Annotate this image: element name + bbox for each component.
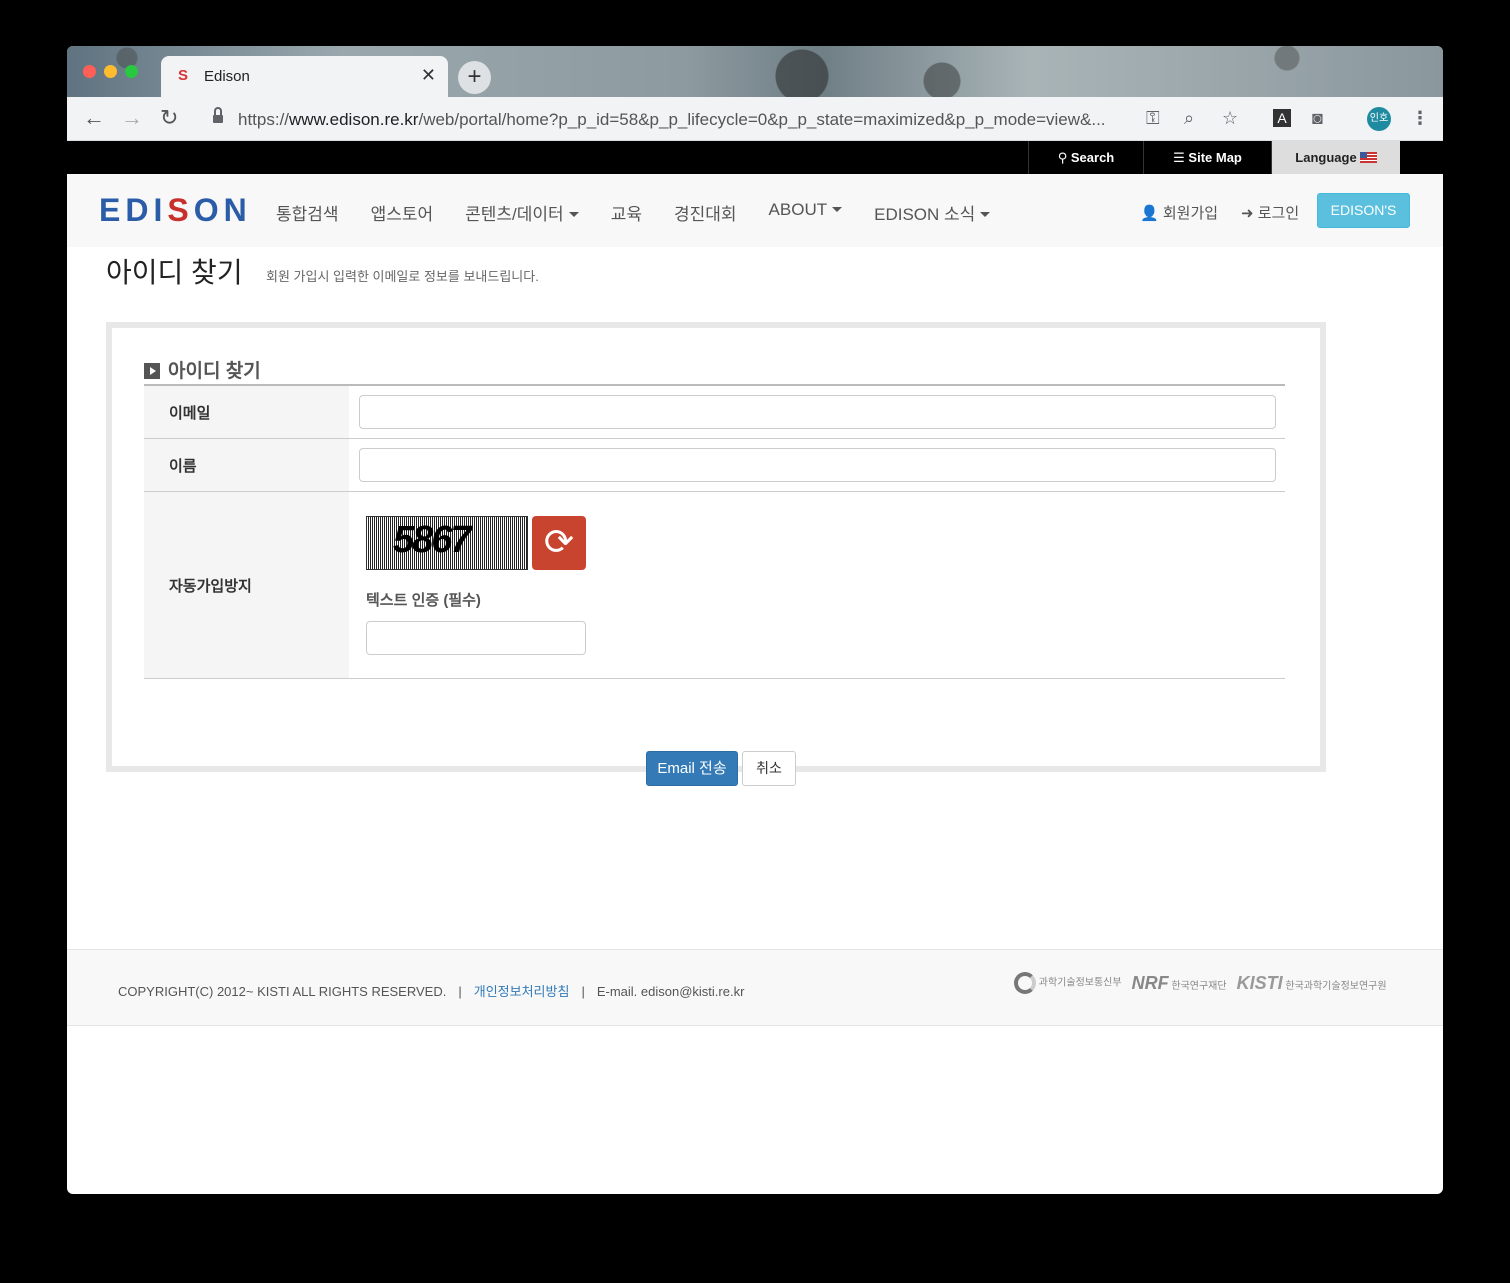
tab-title: Edison <box>204 68 250 85</box>
search-link[interactable]: ⚲ Search <box>1028 141 1143 174</box>
captcha-image: 5867 <box>366 516 528 570</box>
find-id-panel: 아이디 찾기 이메일 이름 자동가입방지 5867 ⟳ 텍스트 인증 (필수) … <box>106 322 1326 786</box>
page-subtitle: 회원 가입시 입력한 이메일로 정보를 보내드립니다. <box>266 269 539 284</box>
edisons-button[interactable]: EDISON'S <box>1317 193 1410 228</box>
find-id-form: 이메일 이름 자동가입방지 5867 ⟳ 텍스트 인증 (필수) <box>144 384 1285 679</box>
language-selector[interactable]: Language <box>1271 141 1400 174</box>
main-menu: 통합검색 앱스토어 콘텐츠/데이터 교육 경진대회 ABOUT EDISON 소… <box>276 200 991 225</box>
caret-down-icon <box>568 212 579 217</box>
minimize-window-button[interactable] <box>104 65 117 78</box>
forward-icon[interactable]: → <box>121 106 143 130</box>
login-link[interactable]: ➜ 로그인 <box>1241 202 1299 223</box>
partner-logos: 과학기술정보통신부 NRF 한국연구재단 KISTI 한국과학기술정보연구원 <box>1014 972 1387 994</box>
menu-item-education[interactable]: 교육 <box>611 200 642 225</box>
close-window-button[interactable] <box>83 65 96 78</box>
name-label: 이름 <box>144 439 349 491</box>
captcha-input[interactable] <box>366 621 586 655</box>
captcha-input-label: 텍스트 인증 (필수) <box>366 592 481 609</box>
captcha-refresh-button[interactable]: ⟳ <box>532 516 586 570</box>
name-input[interactable] <box>359 448 1276 482</box>
edison-favicon-icon: S <box>178 67 189 84</box>
url-text[interactable]: https://www.edison.re.kr/web/portal/home… <box>238 110 1106 130</box>
contact-email: E-mail. edison@kisti.re.kr <box>596 984 745 999</box>
menu-item-about[interactable]: ABOUT <box>769 200 843 225</box>
name-row: 이름 <box>144 439 1285 492</box>
key-icon[interactable]: ⚿ <box>1146 107 1160 129</box>
zoom-icon[interactable]: ⌕ <box>1184 107 1194 129</box>
send-email-button[interactable]: Email 전송 <box>646 751 738 786</box>
search-icon: ⚲ <box>1057 150 1068 165</box>
nrf-logo: NRF 한국연구재단 <box>1131 972 1227 993</box>
window-controls <box>83 65 138 78</box>
ministry-logo: 과학기술정보통신부 <box>1014 972 1122 994</box>
sign-in-icon: ➜ <box>1241 205 1254 222</box>
profile-avatar[interactable]: 인호 <box>1367 107 1391 131</box>
privacy-policy-link[interactable]: 개인정보처리방침 <box>474 984 570 999</box>
menu-item-news[interactable]: EDISON 소식 <box>874 200 991 225</box>
captcha-row: 자동가입방지 5867 ⟳ 텍스트 인증 (필수) <box>144 492 1285 679</box>
new-tab-button[interactable]: + <box>458 61 491 94</box>
cancel-button[interactable]: 취소 <box>742 751 796 786</box>
email-label: 이메일 <box>144 386 349 438</box>
menu-item-search[interactable]: 통합검색 <box>276 200 339 225</box>
play-square-icon <box>144 363 160 379</box>
close-tab-icon[interactable]: ✕ <box>421 65 436 86</box>
email-row: 이메일 <box>144 386 1285 439</box>
tab-bar: S Edison ✕ + <box>67 46 1443 97</box>
browser-toolbar: ← → ↻ https://www.edison.re.kr/web/porta… <box>67 97 1443 141</box>
extension-icon[interactable]: A <box>1273 109 1291 127</box>
menu-item-appstore[interactable]: 앱스토어 <box>371 200 434 225</box>
edison-logo[interactable]: EDISON <box>99 192 252 229</box>
browser-tab[interactable]: S Edison ✕ <box>161 56 448 97</box>
user-icon: 👤 <box>1140 205 1159 222</box>
menu-item-contest[interactable]: 경진대회 <box>674 200 737 225</box>
page-title: 아이디 찾기 <box>106 257 243 288</box>
copyright-text: COPYRIGHT(C) 2012~ KISTI ALL RIGHTS RESE… <box>118 984 447 999</box>
captcha-label: 자동가입방지 <box>144 492 349 678</box>
section-title: 아이디 찾기 <box>144 356 261 383</box>
refresh-icon: ⟳ <box>543 521 575 562</box>
browser-window: S Edison ✕ + ← → ↻ https://www.edison.re… <box>67 46 1443 1194</box>
us-flag-icon <box>1359 152 1377 163</box>
back-icon[interactable]: ← <box>83 106 105 130</box>
menu-item-contents[interactable]: 콘텐츠/데이터 <box>465 200 579 225</box>
site-header: EDISON 통합검색 앱스토어 콘텐츠/데이터 교육 경진대회 ABOUT E… <box>67 174 1443 247</box>
caret-down-icon <box>832 207 843 212</box>
maximize-window-button[interactable] <box>125 65 138 78</box>
kisti-logo: KISTI 한국과학기술정보연구원 <box>1236 972 1387 993</box>
menu-dots-icon[interactable]: ⋮ <box>1411 107 1429 129</box>
list-icon: ☰ <box>1173 150 1185 165</box>
address-bar[interactable]: https://www.edison.re.kr/web/portal/home… <box>203 101 1273 137</box>
site-footer: COPYRIGHT(C) 2012~ KISTI ALL RIGHTS RESE… <box>67 949 1443 1026</box>
utility-bar: ⚲ Search ☰ Site Map Language <box>67 141 1443 174</box>
lock-icon <box>213 107 223 125</box>
caret-down-icon <box>980 212 991 217</box>
signup-link[interactable]: 👤 회원가입 <box>1140 202 1218 223</box>
taegeuk-icon <box>1014 972 1036 994</box>
email-input[interactable] <box>359 395 1276 429</box>
reload-icon[interactable]: ↻ <box>160 106 178 130</box>
sitemap-link[interactable]: ☰ Site Map <box>1143 141 1271 174</box>
footer-text: COPYRIGHT(C) 2012~ KISTI ALL RIGHTS RESE… <box>118 984 745 999</box>
bookmark-star-icon[interactable]: ☆ <box>1222 107 1238 129</box>
camera-icon[interactable]: ◙ <box>1312 107 1323 129</box>
